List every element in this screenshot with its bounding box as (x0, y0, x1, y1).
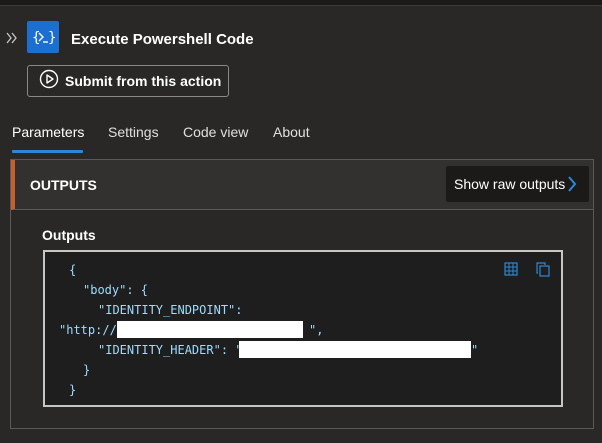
active-tab-indicator (12, 150, 83, 153)
code-body-key: "body": { (83, 283, 149, 297)
redacted-endpoint-value (117, 321, 303, 338)
tab-settings[interactable]: Settings (108, 124, 159, 140)
expand-chevron-icon[interactable] (5, 28, 19, 48)
tab-parameters[interactable]: Parameters (12, 124, 84, 140)
submit-button-label: Submit from this action (65, 73, 222, 89)
top-bar (0, 0, 602, 6)
code-outer-close-brace: } (69, 383, 77, 397)
code-identity-endpoint-key: "IDENTITY_ENDPOINT": (98, 303, 243, 317)
tab-about[interactable]: About (273, 124, 310, 140)
show-raw-outputs-label: Show raw outputs (454, 176, 566, 192)
outputs-header[interactable]: OUTPUTS Show raw outputs (11, 160, 593, 210)
copy-icon[interactable] (535, 261, 551, 277)
outputs-title: OUTPUTS (30, 177, 97, 193)
action-title: Execute Powershell Code (71, 31, 254, 48)
tab-bar: Parameters Settings Code view About (0, 118, 602, 154)
play-circle-icon (39, 69, 59, 94)
code-identity-header-suffix: " (471, 343, 479, 357)
powershell-icon: { } (27, 21, 59, 53)
tab-code-view[interactable]: Code view (183, 124, 248, 140)
outputs-code-viewer[interactable]: { "body": { "IDENTITY_ENDPOINT": "http:/… (43, 250, 563, 407)
submit-from-action-button[interactable]: Submit from this action (27, 65, 229, 97)
code-inner-close-brace: } (83, 363, 91, 377)
code-identity-header-key: "IDENTITY_HEADER": " (98, 343, 243, 357)
code-identity-endpoint-prefix: "http:// (59, 323, 117, 337)
show-raw-outputs-button[interactable]: Show raw outputs (446, 166, 589, 202)
outputs-panel: OUTPUTS Show raw outputs Outputs {"body… (10, 159, 594, 429)
table-view-icon[interactable] (503, 261, 519, 277)
code-identity-endpoint-suffix: ", (309, 323, 324, 337)
chevron-right-icon (567, 175, 577, 198)
svg-text:{: { (32, 30, 40, 46)
code-open-brace: { (69, 263, 77, 277)
outputs-label: Outputs (42, 227, 96, 243)
redacted-header-value (239, 341, 471, 358)
svg-text:}: } (48, 30, 56, 46)
